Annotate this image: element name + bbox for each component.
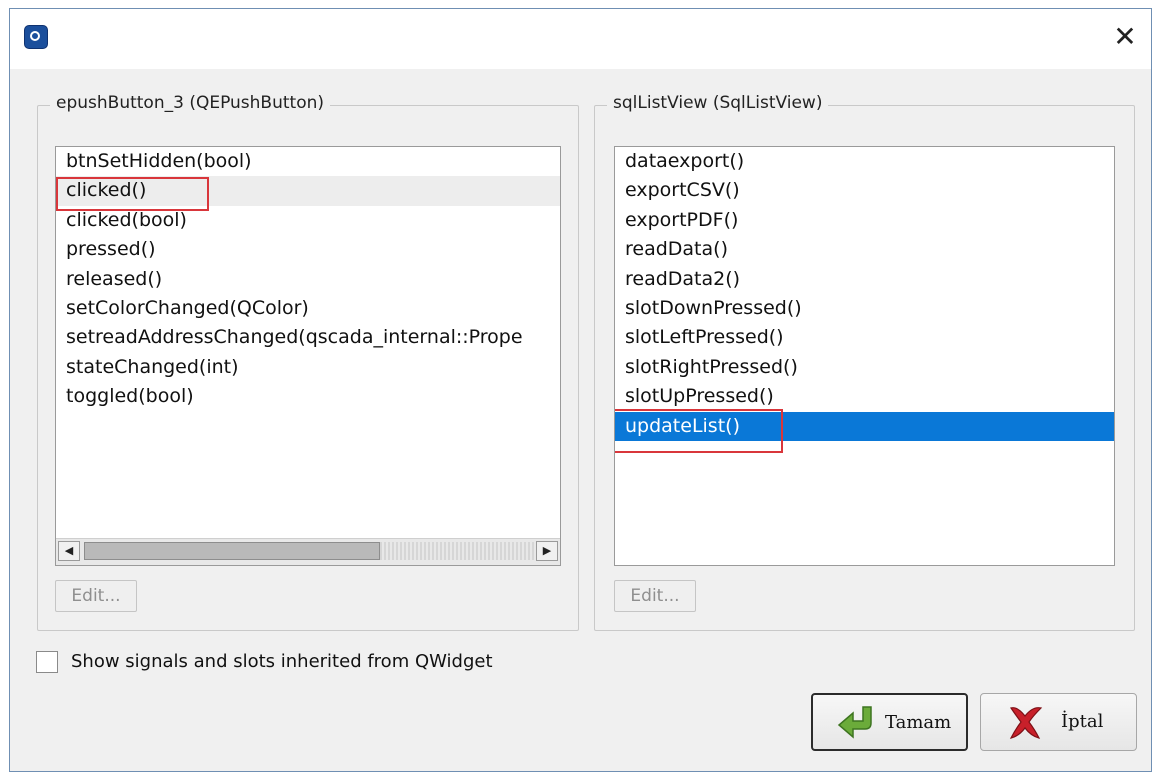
signals-group: epushButton_3 (QEPushButton) btnSetHidde… bbox=[37, 93, 579, 631]
list-item[interactable]: released() bbox=[56, 265, 560, 294]
signals-group-title: epushButton_3 (QEPushButton) bbox=[50, 93, 331, 113]
scroll-right-icon[interactable]: ▶ bbox=[536, 541, 558, 561]
annotation-box bbox=[56, 177, 209, 211]
return-arrow-icon bbox=[837, 706, 872, 739]
title-bar: ✕ bbox=[10, 9, 1151, 69]
cancel-label: İptal bbox=[1061, 711, 1104, 732]
ok-label: Tamam bbox=[885, 712, 952, 733]
list-item[interactable]: setColorChanged(QColor) bbox=[56, 294, 560, 323]
cancel-x-icon bbox=[1009, 707, 1043, 739]
list-item[interactable]: slotDownPressed() bbox=[615, 294, 1114, 323]
list-item[interactable]: readData() bbox=[615, 235, 1114, 264]
close-button[interactable]: ✕ bbox=[1105, 19, 1145, 55]
list-item[interactable]: slotRightPressed() bbox=[615, 353, 1114, 382]
slots-group: sqlListView (SqlListView) dataexport() e… bbox=[594, 93, 1135, 631]
dialog-window: ✕ epushButton_3 (QEPushButton) btnSetHid… bbox=[9, 8, 1152, 772]
scroll-left-icon[interactable]: ◀ bbox=[58, 541, 80, 561]
list-item[interactable]: dataexport() bbox=[615, 147, 1114, 176]
list-item[interactable]: stateChanged(int) bbox=[56, 353, 560, 382]
edit-signals-button[interactable]: Edit... bbox=[55, 580, 137, 612]
scrollbar-thumb[interactable] bbox=[84, 542, 380, 560]
list-item[interactable]: setreadAddressChanged(qscada_internal::P… bbox=[56, 323, 560, 352]
list-item[interactable]: btnSetHidden(bool) bbox=[56, 147, 560, 176]
horizontal-scrollbar[interactable]: ◀ ▶ bbox=[56, 538, 560, 565]
inherited-checkbox[interactable] bbox=[36, 651, 58, 673]
list-item[interactable]: exportPDF() bbox=[615, 206, 1114, 235]
list-item[interactable]: slotLeftPressed() bbox=[615, 323, 1114, 352]
list-item[interactable]: pressed() bbox=[56, 235, 560, 264]
list-item[interactable]: toggled(bool) bbox=[56, 382, 560, 411]
list-item[interactable]: exportCSV() bbox=[615, 176, 1114, 205]
signals-list[interactable]: btnSetHidden(bool) clicked() clicked(boo… bbox=[55, 146, 561, 566]
list-item[interactable]: slotUpPressed() bbox=[615, 382, 1114, 411]
cancel-button[interactable]: İptal bbox=[980, 693, 1137, 751]
annotation-box bbox=[615, 409, 783, 453]
slots-group-title: sqlListView (SqlListView) bbox=[607, 93, 829, 113]
slots-list[interactable]: dataexport() exportCSV() exportPDF() rea… bbox=[614, 146, 1115, 566]
app-icon bbox=[24, 25, 48, 49]
ok-button[interactable]: Tamam bbox=[811, 693, 968, 751]
edit-slots-button[interactable]: Edit... bbox=[614, 580, 696, 612]
scrollbar-track[interactable] bbox=[380, 542, 534, 560]
list-item[interactable]: readData2() bbox=[615, 265, 1114, 294]
inherited-checkbox-label[interactable]: Show signals and slots inherited from QW… bbox=[71, 651, 493, 673]
